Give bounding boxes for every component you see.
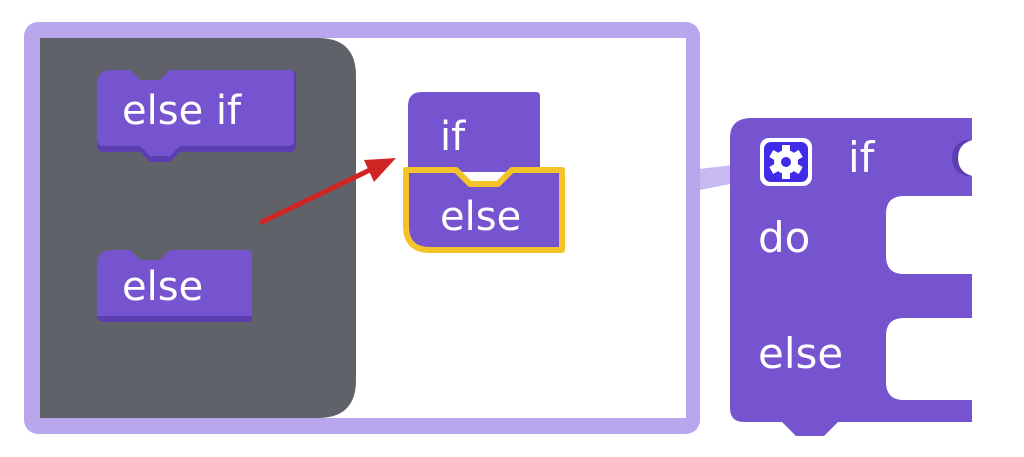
- workspace-else-label: else: [440, 194, 521, 240]
- main-else-label: else: [758, 329, 843, 378]
- flyout-else-label: else: [122, 264, 203, 310]
- flyout-block-else[interactable]: else: [97, 250, 252, 322]
- workspace-if-label: if: [440, 114, 466, 160]
- gear-icon[interactable]: [760, 138, 812, 186]
- main-if-label: if: [848, 133, 876, 182]
- workspace-if-block[interactable]: if: [408, 92, 540, 172]
- main-do-label: do: [758, 213, 810, 262]
- flyout-block-else-if[interactable]: else if: [97, 70, 296, 162]
- flyout-else-if-label: else if: [122, 88, 242, 134]
- workspace-else-block[interactable]: else: [403, 167, 565, 253]
